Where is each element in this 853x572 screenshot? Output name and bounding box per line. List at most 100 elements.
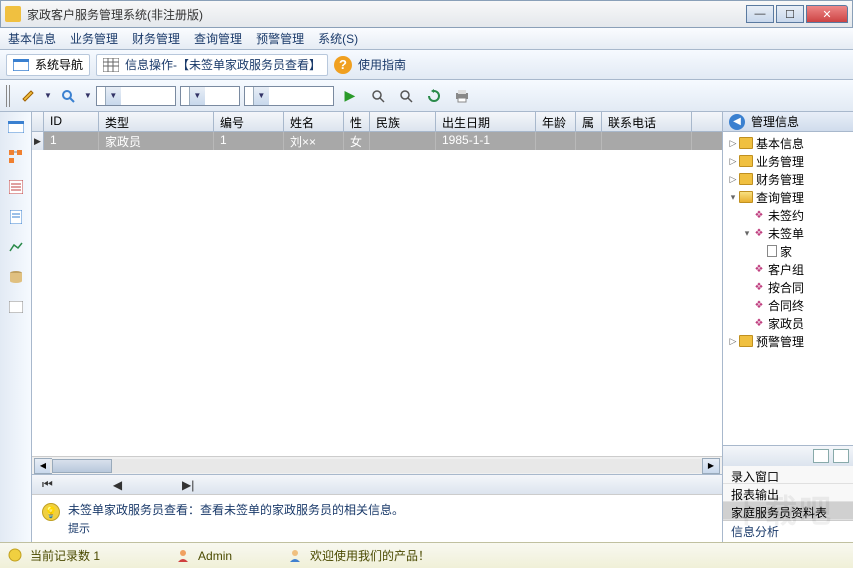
tree-item[interactable]: ❖未签约 (723, 206, 853, 224)
column-header[interactable]: 性 (344, 112, 370, 131)
tree-item[interactable]: ▷基本信息 (723, 134, 853, 152)
row-indicator: ▶ (32, 132, 44, 150)
tree-label: 预警管理 (756, 333, 804, 350)
minimize-button[interactable]: — (746, 5, 774, 23)
nav-first-button[interactable]: ⏮ (42, 477, 53, 492)
folder-icon (739, 173, 753, 185)
nav-next-button[interactable]: ▶| (182, 478, 194, 492)
right-footer[interactable]: 信息分析 (723, 520, 853, 542)
tree-item[interactable]: ❖客户组 (723, 260, 853, 278)
edit-button[interactable] (16, 85, 40, 107)
tree-label: 家政员 (768, 315, 804, 332)
find-button[interactable] (366, 85, 390, 107)
leaf-icon: ❖ (753, 227, 765, 239)
management-tree[interactable]: ▷基本信息▷业务管理▷财务管理▾查询管理❖未签约▾❖未签单家❖客户组❖按合同❖合… (723, 132, 853, 445)
window-title: 家政客户服务管理系统(非注册版) (27, 6, 746, 23)
tree-label: 客户组 (768, 261, 804, 278)
tree-item[interactable]: ❖合同终 (723, 296, 853, 314)
search-button[interactable] (56, 85, 80, 107)
column-header[interactable]: 民族 (370, 112, 436, 131)
view-list-icon[interactable] (5, 176, 27, 198)
system-nav-button[interactable]: 系统导航 (6, 54, 90, 76)
tree-item[interactable]: ▾查询管理 (723, 188, 853, 206)
tree-expander[interactable]: ▷ (727, 138, 739, 149)
maximize-button[interactable]: ☐ (776, 5, 804, 23)
table-cell: 1985-1-1 (436, 132, 536, 150)
menu-item[interactable]: 查询管理 (194, 30, 242, 47)
tree-label: 未签约 (768, 207, 804, 224)
tree-label: 合同终 (768, 297, 804, 314)
tab-mini-icon[interactable] (813, 449, 829, 463)
view-window-icon[interactable] (5, 116, 27, 138)
info-operation-panel: 信息操作-【未签单家政服务员查看】 (96, 54, 328, 76)
help-icon[interactable]: ? (334, 56, 352, 74)
leaf-icon: ❖ (753, 209, 765, 221)
table-cell (370, 132, 436, 150)
tab-mini-icon[interactable] (833, 449, 849, 463)
leaf-icon: ❖ (753, 299, 765, 311)
menu-item[interactable]: 预警管理 (256, 30, 304, 47)
right-tab-item[interactable]: 报表输出 (723, 484, 853, 502)
tree-label: 财务管理 (756, 171, 804, 188)
column-header[interactable]: 姓名 (284, 112, 344, 131)
tree-item[interactable]: ▷ 预警管理 (723, 332, 853, 350)
statusbar: 当前记录数 1 Admin 欢迎使用我们的产品！ (0, 542, 853, 568)
horizontal-scrollbar[interactable]: ◀ ▶ (32, 456, 722, 474)
column-header[interactable]: 联系电话 (602, 112, 692, 131)
column-header[interactable]: 出生日期 (436, 112, 536, 131)
menu-item[interactable]: 系统(S) (318, 30, 358, 47)
view-chart-icon[interactable] (5, 236, 27, 258)
tree-item[interactable]: ❖按合同 (723, 278, 853, 296)
tree-expander[interactable]: ▾ (741, 228, 753, 239)
folder-icon (739, 137, 753, 149)
tree-label: 业务管理 (756, 153, 804, 170)
view-tree-icon[interactable] (5, 146, 27, 168)
menu-item[interactable]: 基本信息 (8, 30, 56, 47)
right-tab-item[interactable]: 家庭服务员资料表 (723, 502, 853, 520)
leaf-icon: ❖ (753, 263, 765, 275)
close-button[interactable]: ✕ (806, 5, 848, 23)
tree-item[interactable]: ❖家政员 (723, 314, 853, 332)
column-header[interactable]: 属 (576, 112, 602, 131)
column-header[interactable]: ID (44, 112, 99, 131)
tree-item[interactable]: ▾❖未签单 (723, 224, 853, 242)
menu-item[interactable]: 业务管理 (70, 30, 118, 47)
view-blank-icon[interactable] (5, 296, 27, 318)
right-tab-item[interactable]: 录入窗口 (723, 466, 853, 484)
table-cell (536, 132, 576, 150)
find-next-button[interactable] (394, 85, 418, 107)
tree-label: 家 (780, 243, 792, 260)
table-cell (576, 132, 602, 150)
scroll-thumb[interactable] (52, 459, 112, 473)
print-button[interactable] (450, 85, 474, 107)
scroll-right-button[interactable]: ▶ (702, 458, 720, 474)
toolbar-edit: ▼ ▼ ▼ ▼ ▼ ▶ (0, 80, 853, 112)
view-data-icon[interactable] (5, 266, 27, 288)
refresh-button[interactable] (422, 85, 446, 107)
nav-prev-button[interactable]: ◀ (113, 478, 122, 492)
filter-combo-2[interactable]: ▼ (180, 86, 240, 106)
table-row[interactable]: ▶1家政员1刘××女1985-1-1 (32, 132, 722, 150)
run-button[interactable]: ▶ (338, 85, 362, 107)
column-header[interactable]: 编号 (214, 112, 284, 131)
tree-expander[interactable]: ▷ (727, 174, 739, 185)
tree-expander[interactable]: ▷ (727, 156, 739, 167)
app-icon (5, 6, 21, 22)
column-header[interactable]: 年龄 (536, 112, 576, 131)
tree-item[interactable]: 家 (723, 242, 853, 260)
tree-item[interactable]: ▷ 业务管理 (723, 152, 853, 170)
view-doc-icon[interactable] (5, 206, 27, 228)
filter-combo-3[interactable]: ▼ (244, 86, 334, 106)
tree-expander[interactable]: ▷ (727, 336, 739, 347)
menu-item[interactable]: 财务管理 (132, 30, 180, 47)
filter-combo-1[interactable]: ▼ (96, 86, 176, 106)
tree-expander[interactable]: ▾ (727, 192, 739, 203)
tree-item[interactable]: ▷ 财务管理 (723, 170, 853, 188)
table-cell: 1 (44, 132, 99, 150)
column-header[interactable]: 类型 (99, 112, 214, 131)
user-icon (176, 548, 192, 564)
records-label: 当前记录数 1 (30, 547, 100, 564)
data-grid[interactable]: ID类型编号姓名性民族出生日期年龄属联系电话 ▶1家政员1刘××女1985-1-… (32, 112, 722, 456)
info-operation-label: 信息操作-【未签单家政服务员查看】 (125, 56, 321, 73)
tree-label: 按合同 (768, 279, 804, 296)
